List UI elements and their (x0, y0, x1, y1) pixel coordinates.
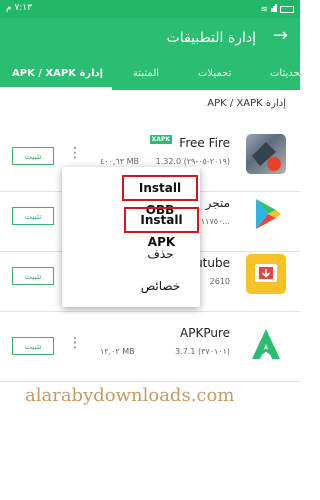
more-options-icon[interactable]: ⋮ (68, 146, 82, 160)
install-button[interactable]: تثبيت (12, 267, 54, 285)
app-size: ٤٠٠,٦٣ MB (100, 157, 139, 166)
signal-icon (271, 4, 277, 15)
play-store-icon (246, 194, 286, 234)
tab-indicator (0, 87, 112, 90)
app-size: ١٢,٠٢ MB (100, 347, 135, 356)
tab-apk-management[interactable]: APK / XAPK إدارة (12, 68, 103, 79)
app-version: 2610 (209, 277, 230, 286)
app-name: utube (195, 256, 230, 270)
more-options-icon[interactable]: ⋮ (68, 336, 82, 350)
tab-bar: APK / XAPK إدارة المثبتة تحميلات تحديثات (0, 60, 303, 90)
context-menu: Install OBB Install APK حذف خصائص (62, 167, 200, 307)
battery-icon (280, 6, 294, 13)
page-title: إدارة التطبيقات (166, 30, 256, 46)
video-download-icon (246, 254, 286, 294)
app-name: APKPure (180, 326, 230, 340)
app-version: ١١٧٥٠... (200, 217, 230, 226)
status-icons: ≋ (260, 4, 294, 15)
tab-downloads[interactable]: تحميلات (198, 68, 231, 79)
wifi-icon: ≋ (260, 4, 268, 15)
section-title: APK / XAPK إدارة (207, 98, 286, 109)
apkpure-icon (246, 324, 286, 364)
watermark: alarabydownloads.com (25, 385, 235, 406)
install-button[interactable]: تثبيت (12, 147, 54, 165)
xapk-badge: XAPK (149, 135, 172, 144)
app-name: Free Fire (179, 136, 230, 150)
delete-option[interactable]: حذف (124, 247, 197, 261)
app-row-apkpure[interactable]: تثبيت ⋮ ١٢,٠٢ MB APKPure 3.7.1 (٣٧٠١٠١) (0, 312, 300, 382)
tab-installed[interactable]: المثبتة (133, 68, 159, 79)
app-bar: إدارة التطبيقات → (0, 18, 300, 60)
tab-updates[interactable]: تحديثات (270, 68, 303, 79)
back-arrow-icon[interactable]: → (273, 27, 288, 45)
install-obb-option[interactable]: Install OBB (122, 175, 198, 217)
status-time: ٧:١٣ م (6, 3, 32, 13)
app-name: متجر (205, 196, 230, 210)
app-version: 1.32.0 (٢٠١٩-٠٥-٢٩) (155, 157, 230, 166)
properties-option[interactable]: خصائص (124, 279, 197, 293)
free-fire-icon (246, 134, 286, 174)
install-button[interactable]: تثبيت (12, 207, 54, 225)
status-bar: ٧:١٣ م ≋ (0, 0, 300, 18)
install-apk-option[interactable]: Install APK (124, 207, 199, 249)
install-button[interactable]: تثبيت (12, 337, 54, 355)
app-version: 3.7.1 (٣٧٠١٠١) (175, 347, 230, 356)
